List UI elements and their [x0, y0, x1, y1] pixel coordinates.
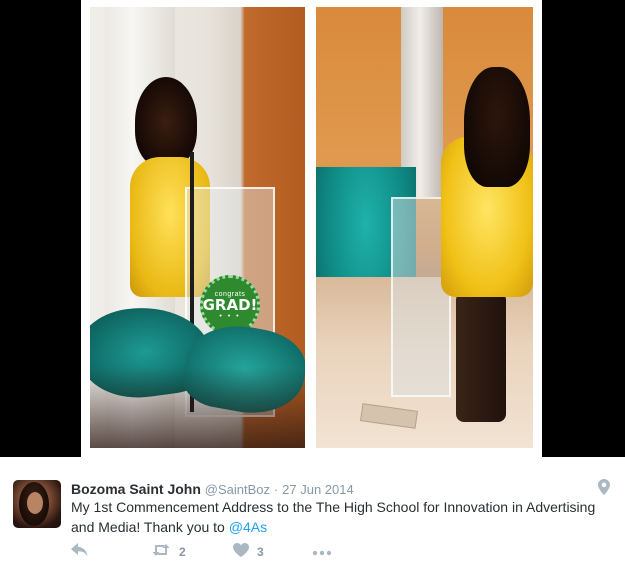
badge-main-text: GRAD!	[202, 295, 258, 314]
retweet-button[interactable]: 2	[151, 543, 186, 561]
like-count: 3	[257, 545, 264, 559]
more-button[interactable]	[312, 543, 332, 561]
speaker-hair	[135, 77, 197, 167]
retweet-count: 2	[179, 545, 186, 559]
location-pin-icon[interactable]	[598, 479, 612, 495]
author-name[interactable]: Bozoma Saint John	[71, 481, 201, 497]
speaker-hair	[464, 67, 530, 187]
heart-icon	[233, 542, 249, 562]
retweet-icon	[151, 543, 171, 562]
tweet-text: My 1st Commencement Address to the The H…	[71, 497, 611, 537]
badge-dots: • • •	[219, 312, 241, 320]
photo-speaker-front[interactable]: congrats GRAD! • • •	[90, 7, 305, 448]
avatar-face	[27, 492, 43, 514]
speaker-legs	[456, 292, 506, 422]
more-icon	[312, 543, 332, 561]
photo-collage: congrats GRAD! • • •	[81, 0, 542, 457]
photo-speaker-back[interactable]	[316, 7, 533, 448]
like-button[interactable]: 3	[233, 542, 264, 562]
tweet-media[interactable]: congrats GRAD! • • •	[0, 0, 625, 457]
tweet-date[interactable]: 27 Jun 2014	[282, 482, 354, 497]
mention-link[interactable]: @4As	[229, 519, 267, 535]
header-separator: ·	[273, 482, 279, 497]
foreground-blur	[90, 367, 305, 448]
author-handle[interactable]: @SaintBoz	[205, 482, 270, 497]
reply-icon	[71, 542, 88, 562]
tweet: Bozoma Saint John @SaintBoz · 27 Jun 201…	[0, 457, 625, 580]
avatar[interactable]	[13, 480, 61, 528]
reply-button[interactable]	[71, 542, 88, 562]
tweet-text-body: My 1st Commencement Address to the The H…	[71, 499, 596, 535]
